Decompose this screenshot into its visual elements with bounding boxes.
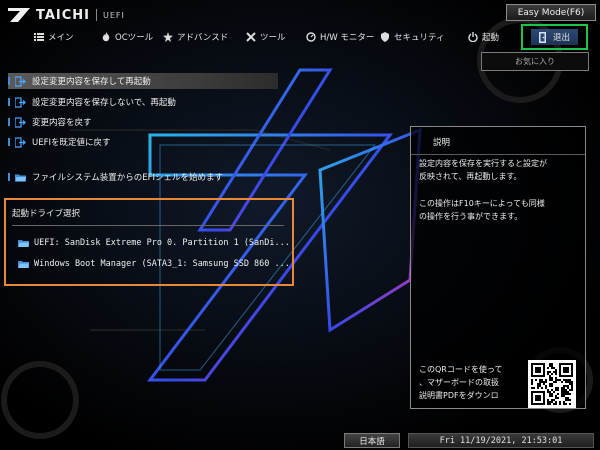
boot-item-label: UEFI: SanDisk Extreme Pro 0. Partition 1… [34,238,290,248]
tab-oc-tool-label: OCツール [115,33,154,43]
exit-arrow-icon [15,136,26,148]
item-marker [8,138,10,146]
boot-item-windows-boot-manager[interactable]: Windows Boot Manager (SATA3_1: Samsung S… [18,257,290,271]
tab-hw-monitor[interactable]: H/W モニター [306,28,374,46]
brand-sub: UEFI [103,10,125,20]
help-description: 設定内容を保存を実行すると設定が 反映されて、再起動します。 [419,159,547,181]
help-divider [411,154,585,155]
exit-arrow-icon [15,96,26,108]
status-bar: 日本語 Fri 11/19/2021, 21:53:01 [0,432,600,450]
menu-item-label: 変更内容を戻す [32,118,92,128]
tools-icon [246,32,256,42]
folder-icon [15,174,26,181]
item-marker [8,173,10,181]
folder-icon [18,261,29,268]
menu-item-save-reset[interactable]: 設定変更内容を保存して再起動 [8,73,278,89]
tab-security[interactable]: セキュリティ [380,28,445,46]
tab-security-label: セキュリティ [394,33,445,43]
qr-code [528,360,576,408]
main-nav: メイン OCツール アドバンスド ツール H/W モニター セキュリティ 起動 … [0,24,600,50]
list-icon [34,33,44,41]
tab-boot[interactable]: 起動 [468,28,499,46]
tab-main-label: メイン [48,33,74,43]
star-icon [163,32,173,42]
tab-advanced-label: アドバンスド [177,33,229,43]
menu-item-label: UEFIを既定値に戻す [32,138,111,148]
boot-item-sandisk[interactable]: UEFI: SanDisk Extreme Pro 0. Partition 1… [18,236,290,250]
exit-door-icon [538,31,546,43]
tab-exit-label: 退出 [552,33,570,43]
menu-item-discard-reset[interactable]: 設定変更内容を保存しないで、再起動 [8,94,176,110]
folder-icon [18,240,29,247]
power-icon [468,32,478,42]
monitor-icon [306,32,316,42]
menu-item-label: 設定変更内容を保存して再起動 [32,77,151,87]
shield-icon [381,32,389,42]
brand-name: TAICHI [36,7,91,23]
exit-arrow-icon [15,75,26,87]
flame-icon [102,32,110,42]
tab-oc-tool[interactable]: OCツール [101,28,153,46]
help-title: 説明 [433,138,451,148]
taichi-mark-icon [8,8,30,22]
brand-divider [96,9,98,21]
favorites-button[interactable]: お気に入り [481,52,589,71]
taichi-logo: TAICHI UEFI [8,6,125,24]
exit-arrow-icon [15,116,26,128]
menu-item-label: ファイルシステム装置からのEFIシェルを始めます [32,173,224,183]
tab-tool-label: ツール [260,33,286,43]
tab-tool[interactable]: ツール [246,28,286,46]
help-f10-note: この操作はF10キーによっても同様 の操作を行う事ができます。 [419,199,545,221]
menu-item-discard-changes[interactable]: 変更内容を戻す [8,114,92,130]
qr-description: このQRコードを使って 、マザーボードの取扱 説明書PDFをダウンロ [419,365,503,400]
boot-override-title: 起動ドライブ選択 [12,209,81,219]
tab-exit[interactable]: 退出 [521,24,588,50]
tab-advanced[interactable]: アドバンスド [163,28,228,46]
tab-hw-monitor-label: H/W モニター [320,33,375,43]
item-marker [8,77,10,85]
tab-boot-label: 起動 [482,33,500,43]
language-button[interactable]: 日本語 [344,433,400,448]
item-marker [8,118,10,126]
boot-override-divider [12,225,284,226]
item-marker [8,98,10,106]
datetime-display: Fri 11/19/2021, 21:53:01 [408,433,594,448]
menu-item-efi-shell[interactable]: ファイルシステム装置からのEFIシェルを始めます [8,169,223,185]
tab-main[interactable]: メイン [34,28,74,46]
qr-code-image [531,363,573,405]
easy-mode-button[interactable]: Easy Mode(F6) [506,4,596,21]
menu-item-label: 設定変更内容を保存しないで、再起動 [32,98,176,108]
boot-item-label: Windows Boot Manager (SATA3_1: Samsung S… [34,259,290,269]
menu-item-load-defaults[interactable]: UEFIを既定値に戻す [8,134,111,150]
help-panel: 説明 設定内容を保存を実行すると設定が 反映されて、再起動します。 この操作はF… [410,126,586,409]
